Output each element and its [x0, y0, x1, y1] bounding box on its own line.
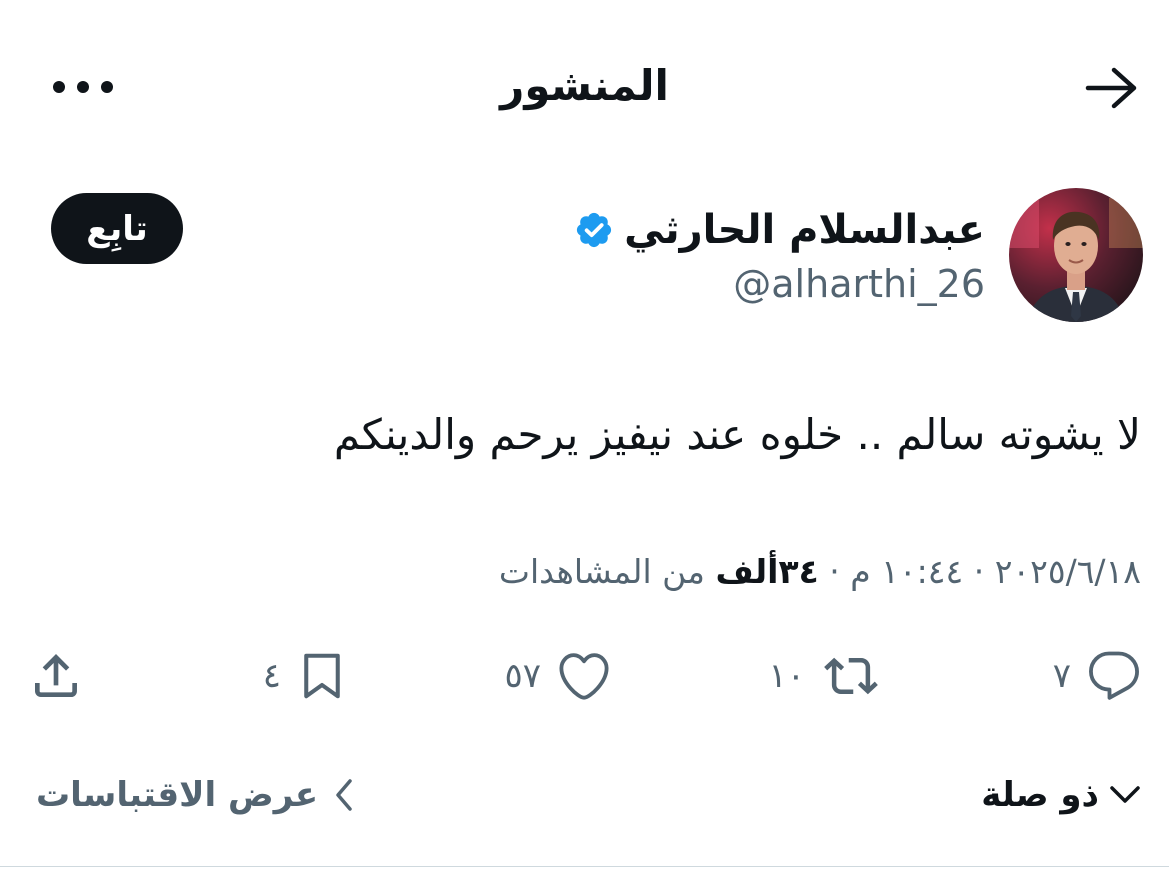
more-options-button[interactable] — [46, 64, 120, 110]
share-icon — [35, 654, 77, 697]
more-horizontal-icon — [53, 81, 113, 93]
heart-icon — [559, 653, 609, 700]
header: المنشور — [0, 0, 1169, 170]
quotes-label: عرض الاقتباسات — [36, 775, 319, 815]
share-button[interactable] — [28, 640, 84, 712]
follow-button[interactable]: تابِع — [51, 193, 183, 264]
view-quotes-link[interactable]: عرض الاقتباسات — [36, 765, 354, 825]
repost-count: ١٠ — [768, 656, 805, 696]
bookmark-count: ٤ — [262, 656, 281, 696]
action-bar: ٧ ١٠ ٥٧ ٤ — [0, 640, 1169, 712]
relevant-label: ذو صلة — [981, 775, 1099, 815]
tweet-meta: ٢٠٢٥/٦/١٨ · ١٠:٤٤ م · ٣٤ألف من المشاهدات — [31, 544, 1141, 600]
views-count[interactable]: ٣٤ألف — [715, 552, 818, 591]
repost-button[interactable]: ١٠ — [768, 640, 883, 712]
reply-icon — [1089, 651, 1139, 700]
meta-separator: · — [963, 552, 995, 591]
bookmark-icon — [304, 653, 340, 699]
divider — [0, 866, 1169, 867]
repost-icon — [824, 657, 878, 695]
reply-button[interactable]: ٧ — [1053, 640, 1143, 712]
like-button[interactable]: ٥٧ — [504, 640, 613, 712]
views-label: من المشاهدات — [498, 552, 705, 591]
like-count: ٥٧ — [504, 656, 541, 696]
user-photo-avatar — [1009, 188, 1143, 322]
chevron-left-icon — [336, 779, 352, 811]
tweet-date[interactable]: ٢٠٢٥/٦/١٨ — [995, 552, 1141, 591]
tweet-detail-page: المنشور عبدالسلام الحارثي @alharthi_26 ت… — [0, 0, 1169, 873]
page-title: المنشور — [500, 61, 669, 110]
verified-badge-icon[interactable] — [574, 210, 614, 250]
tweet-time[interactable]: ١٠:٤٤ م — [850, 552, 963, 591]
reply-count: ٧ — [1052, 656, 1071, 696]
author-name[interactable]: عبدالسلام الحارثي — [624, 207, 985, 253]
avatar[interactable] — [1009, 188, 1143, 322]
chevron-down-icon — [1110, 786, 1140, 803]
relevant-sort-dropdown[interactable]: ذو صلة — [981, 765, 1141, 825]
tweet-text: لا يشوته سالم .. خلوه عند نيفيز يرحم وال… — [333, 410, 1141, 459]
author-handle[interactable]: @alharthi_26 — [733, 258, 985, 310]
meta-separator: · — [818, 552, 851, 591]
bottom-bar: ذو صلة عرض الاقتباسات — [0, 765, 1169, 825]
bookmark-button[interactable]: ٤ — [263, 640, 349, 712]
author-name-row: عبدالسلام الحارثي — [574, 200, 985, 260]
